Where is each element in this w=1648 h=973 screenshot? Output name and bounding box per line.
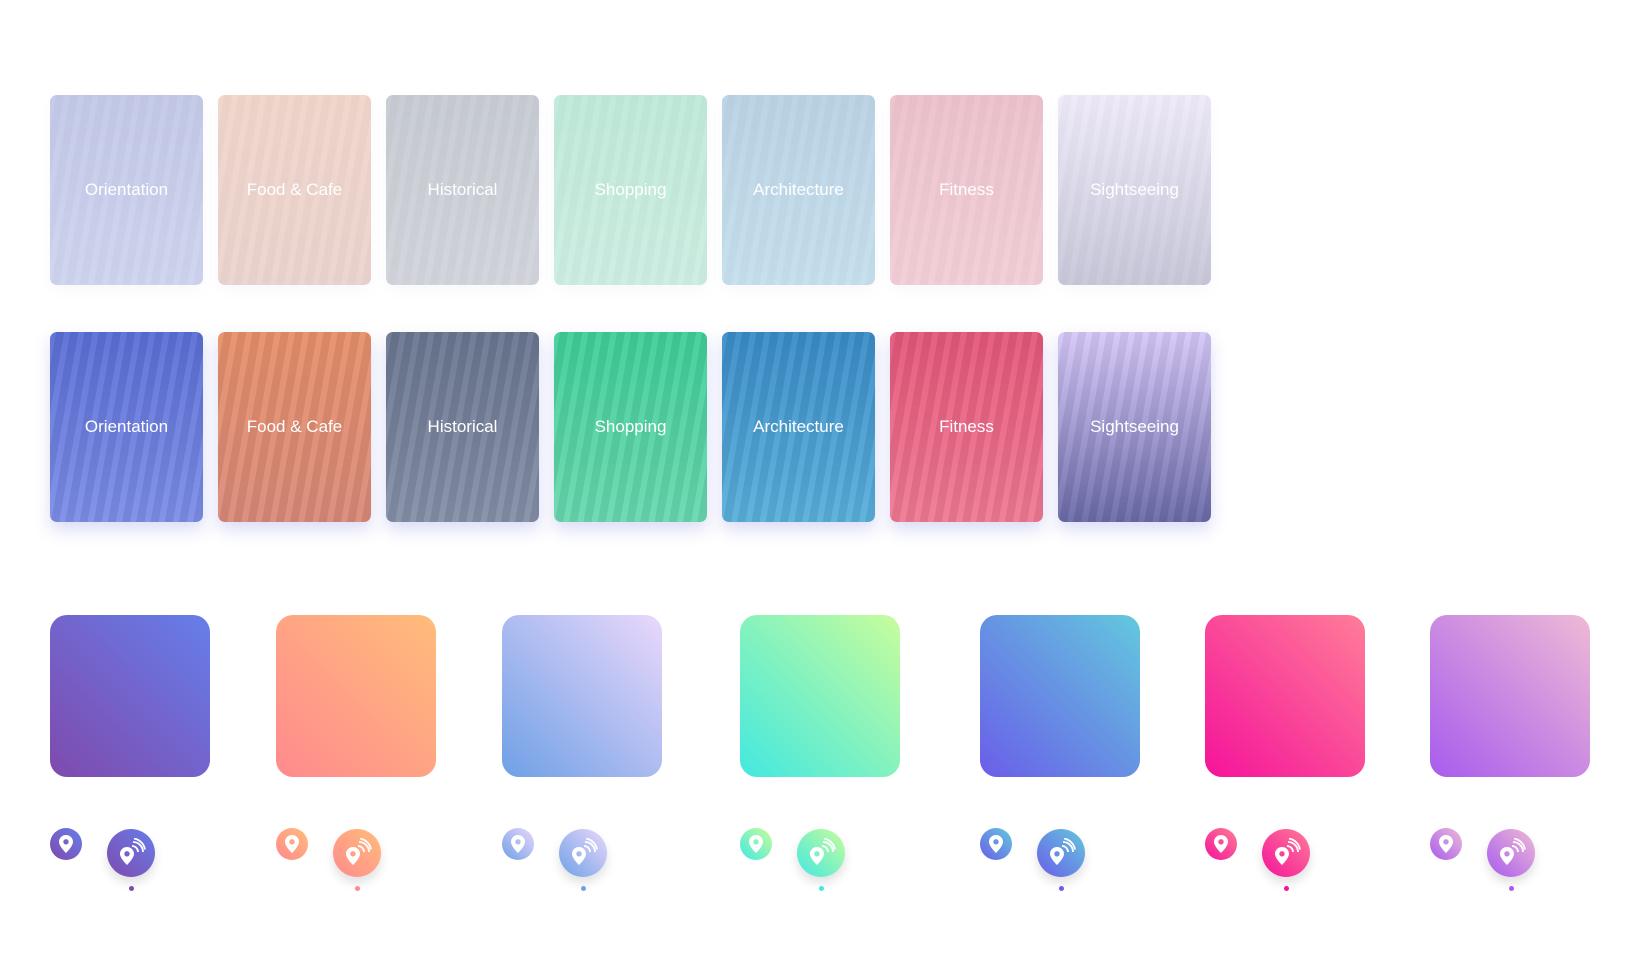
card-label: Architecture — [753, 180, 844, 199]
category-card[interactable]: Orientation — [50, 95, 203, 285]
card-label: Historical — [427, 180, 498, 199]
map-pin-icon — [1205, 828, 1237, 860]
gradient-swatch — [1430, 615, 1590, 777]
gradient-swatch — [1205, 615, 1365, 777]
card-label: Fitness — [939, 180, 994, 199]
map-pin-icon — [502, 828, 534, 860]
category-card[interactable]: Food & Cafe — [218, 95, 371, 285]
card-label: Sightseeing — [1090, 417, 1179, 436]
category-cards: Orientation Food & Cafe Historical Shopping… — [50, 332, 1211, 522]
card-label: Shopping — [594, 180, 667, 199]
gradient-swatch — [980, 615, 1140, 777]
category-card[interactable]: Food & Cafe — [218, 332, 371, 522]
pointer-dot — [1059, 886, 1064, 891]
category-card[interactable]: Architecture — [722, 332, 875, 522]
category-card[interactable]: Shopping — [554, 95, 707, 285]
gradient-swatch — [276, 615, 436, 777]
pin-broadcast-icon — [1262, 829, 1310, 877]
card-label: Historical — [427, 417, 498, 436]
pin-broadcast-icon — [107, 829, 155, 877]
card-label: Shopping — [594, 417, 667, 436]
card-label: Food & Cafe — [246, 180, 343, 199]
category-card[interactable]: Sightseeing — [1058, 95, 1211, 285]
category-card[interactable]: Fitness — [890, 332, 1043, 522]
card-label: Fitness — [939, 417, 994, 436]
pointer-dot — [1284, 886, 1289, 891]
gradient-swatch — [740, 615, 900, 777]
map-pin-icon — [276, 828, 308, 860]
pointer-dot — [819, 886, 824, 891]
pin-broadcast-icon — [1487, 829, 1535, 877]
map-pin-icon — [740, 828, 772, 860]
card-label: Architecture — [753, 417, 844, 436]
card-label: Orientation — [84, 180, 169, 199]
card-label: Food & Cafe — [246, 417, 343, 436]
pointer-dot — [129, 886, 134, 891]
pin-broadcast-icon — [333, 829, 381, 877]
category-card[interactable]: Shopping — [554, 332, 707, 522]
category-card[interactable]: Sightseeing — [1058, 332, 1211, 522]
pin-broadcast-icon — [797, 829, 845, 877]
gradient-swatch — [50, 615, 210, 777]
pointer-dot — [1509, 886, 1514, 891]
category-card[interactable]: Historical — [386, 95, 539, 285]
pin-broadcast-icon — [559, 829, 607, 877]
pin-broadcast-icon — [1037, 829, 1085, 877]
map-pin-icon — [980, 828, 1012, 860]
gradient-swatch — [502, 615, 662, 777]
category-cards-faded: Orientation Food & Cafe Historical Shopping… — [50, 95, 1211, 285]
pointer-dot — [355, 886, 360, 891]
map-pin-icon — [50, 828, 82, 860]
category-card[interactable]: Fitness — [890, 95, 1043, 285]
pointer-dot — [581, 886, 586, 891]
category-card[interactable]: Orientation — [50, 332, 203, 522]
card-label: Sightseeing — [1090, 180, 1179, 199]
category-card[interactable]: Historical — [386, 332, 539, 522]
map-pin-icon — [1430, 828, 1462, 860]
category-card[interactable]: Architecture — [722, 95, 875, 285]
card-label: Orientation — [84, 417, 169, 436]
